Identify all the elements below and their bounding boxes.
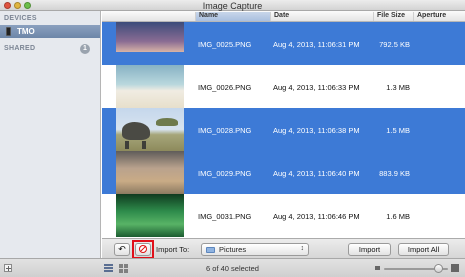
image-thumbnail [116,151,184,194]
device-icon [6,27,11,36]
thumbnail-size-large-icon [451,264,459,272]
file-size: 1.5 MB [386,126,410,135]
column-header-name[interactable]: Name [195,12,270,21]
import-button[interactable]: Import [348,243,391,256]
column-header-aperture[interactable]: Aperture [413,12,465,21]
sidebar: DEVICES TMO SHARED 1 [0,11,101,265]
file-date: Aug 4, 2013, 11:06:31 PM [273,40,360,49]
file-name: IMG_0028.PNG [198,126,252,135]
table-row[interactable]: IMG_0026.PNG Aug 4, 2013, 11:06:33 PM 1.… [102,65,465,108]
column-header-date[interactable]: Date [270,12,373,21]
column-header-file-size[interactable]: File Size [373,12,413,21]
devices-header: DEVICES [4,15,37,22]
elephant-shape [122,122,150,140]
file-size: 883.9 KB [379,169,410,178]
image-list: Name Date File Size Aperture IMG_0025.PN… [102,11,465,238]
sidebar-item-label: TMO [17,27,35,36]
rotate-icon: ↶ [118,244,126,254]
file-name: IMG_0029.PNG [198,169,252,178]
title-bar: Image Capture [0,0,465,11]
shared-header[interactable]: SHARED [4,45,35,52]
column-headers: Name Date File Size Aperture [102,11,465,22]
status-bar: 6 of 40 selected [0,258,465,277]
import-destination-select[interactable]: Pictures ↕ [201,243,309,256]
import-toolbar: ↶ Import To: Pictures ↕ Import Import Al… [102,238,465,259]
file-size: 1.6 MB [386,212,410,221]
thumbnail-size-slider-knob[interactable] [434,264,443,273]
file-name: IMG_0025.PNG [198,40,252,49]
tree-shape [156,118,178,126]
import-to-label: Import To: [156,245,190,254]
image-thumbnail [116,194,184,237]
table-row[interactable]: IMG_0031.PNG Aug 4, 2013, 11:06:46 PM 1.… [102,194,465,237]
file-size: 792.5 KB [379,40,410,49]
column-header-thumbnail [102,12,195,21]
table-row[interactable]: IMG_0028.PNG Aug 4, 2013, 11:06:38 PM 1.… [102,108,465,151]
import-all-button[interactable]: Import All [398,243,449,256]
file-name: IMG_0031.PNG [198,212,252,221]
thumbnail-size-small-icon [375,266,380,270]
file-date: Aug 4, 2013, 11:06:38 PM [273,126,360,135]
image-thumbnail [116,65,184,108]
updown-icon: ↕ [300,245,305,252]
file-date: Aug 4, 2013, 11:06:33 PM [273,83,360,92]
file-date: Aug 4, 2013, 11:06:46 PM [273,212,360,221]
shared-count-badge: 1 [80,44,90,54]
folder-icon [206,247,215,253]
file-date: Aug 4, 2013, 11:06:40 PM [273,169,360,178]
window-title: Image Capture [202,1,263,11]
image-thumbnail [116,22,184,65]
import-destination-value: Pictures [219,245,247,254]
file-size: 1.3 MB [386,83,410,92]
table-row[interactable]: IMG_0025.PNG Aug 4, 2013, 11:06:31 PM 79… [102,22,465,65]
elephant-leg [142,141,146,149]
sidebar-item-device[interactable]: TMO [0,25,100,38]
image-thumbnail [116,108,184,151]
rotate-button[interactable]: ↶ [114,243,130,256]
table-row[interactable]: IMG_0029.PNG Aug 4, 2013, 11:06:40 PM 88… [102,151,465,194]
file-name: IMG_0026.PNG [198,83,252,92]
delete-button-highlight [132,240,154,259]
elephant-leg [125,141,129,149]
